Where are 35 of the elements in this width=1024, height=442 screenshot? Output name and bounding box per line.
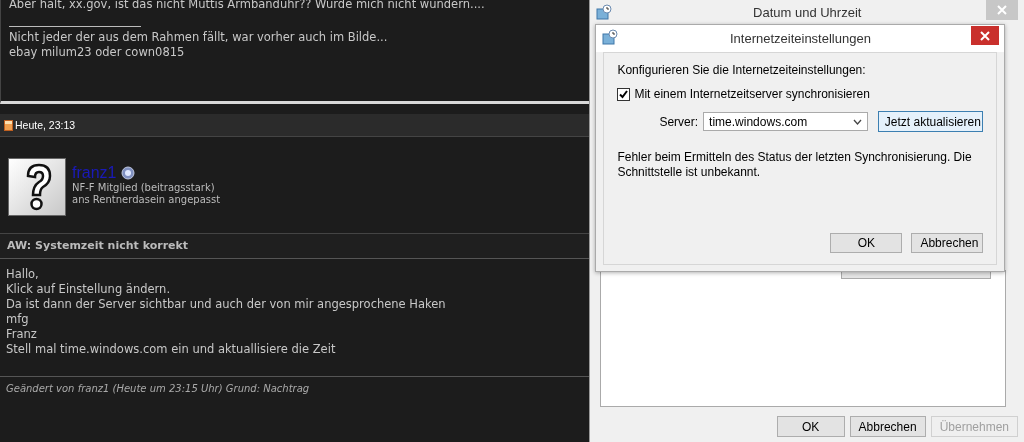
dialog-button[interactable]: Abbrechen xyxy=(849,416,926,437)
signature-text: Nicht jeder der aus dem Rahmen fällt, war vorher auch im Bilde... xyxy=(9,30,389,45)
close-button[interactable] xyxy=(971,26,1000,45)
page-icon xyxy=(4,119,13,131)
avatar-placeholder-icon xyxy=(8,158,66,216)
dialog-button[interactable]: Abbrechen xyxy=(911,233,984,253)
post-text: mfg xyxy=(6,312,30,327)
server-dropdown[interactable]: time.windows.com xyxy=(703,112,868,131)
status-message: Fehler beim Ermitteln des Status der letzten Synchronisierung. Die Schnittstelle ist unbekannt. xyxy=(617,150,973,180)
server-label: Server: xyxy=(659,114,699,129)
close-icon xyxy=(997,5,1007,15)
dialog-button[interactable]: OK xyxy=(830,233,903,253)
edit-note: Geändert von franz1 (Heute um 23:15 Uhr) Grund: Nachtrag xyxy=(5,382,311,394)
post-text: Stell mal time.windows.com ein und aktuallisiere die Zeit xyxy=(6,342,337,357)
dialog-title: Internetzeiteinstellungen xyxy=(729,31,871,46)
post-text: Aber halt, xx.gov, ist das nicht Muttis Armbanduhr?? Würde mich nicht wundern.... xyxy=(9,0,486,12)
checkbox-label: Mit einem Internetzeitserver synchronisieren xyxy=(634,87,870,101)
clock-window-icon xyxy=(596,4,613,20)
close-icon xyxy=(980,30,991,41)
post-timestamp: Heute, 23:13 xyxy=(15,119,76,131)
chevron-down-icon xyxy=(852,118,862,125)
dialog-button[interactable]: OK xyxy=(776,416,845,437)
user-rank-text: NF-F Mitglied (beitragsstark) xyxy=(72,182,216,194)
online-status-icon xyxy=(121,166,136,180)
post-text: Da ist dann der Server sichtbar und auch der von mir angesprochene Haken xyxy=(6,297,447,312)
post-text: Klick auf Einstellung ändern. xyxy=(6,282,172,297)
post-text: Hallo, xyxy=(6,267,40,282)
dialog-heading: Konfigurieren Sie die Internetzeiteinstellungen: xyxy=(617,63,867,77)
post-text: Franz xyxy=(6,327,38,342)
window-title: Datum und Uhrzeit xyxy=(753,4,862,20)
checkbox[interactable] xyxy=(617,87,631,101)
clock-window-icon xyxy=(602,29,619,45)
user-rank-text: ans Rentnerdasein angepasst xyxy=(72,194,221,206)
update-now-button[interactable]: Jetzt aktualisieren xyxy=(877,111,984,132)
signature-text: ebay milum23 oder cown0815 xyxy=(9,45,186,60)
